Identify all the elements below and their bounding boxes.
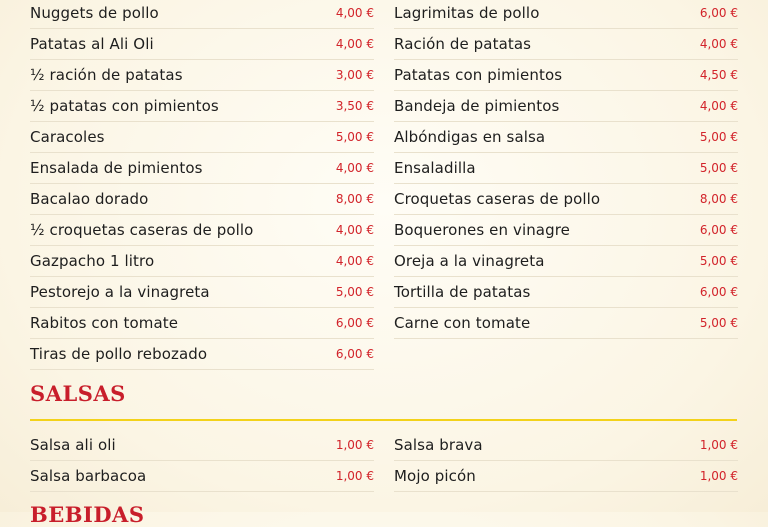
menu-item: Patatas con pimientos 4,50 €	[394, 60, 738, 91]
menu-item-name: Ensaladilla	[394, 159, 476, 177]
menu-item-price: 5,00 €	[699, 316, 738, 330]
menu-item: Mojo picón 1,00 €	[394, 461, 738, 492]
menu-item-price: 3,00 €	[335, 68, 374, 82]
menu-item-price: 4,00 €	[335, 223, 374, 237]
menu-item: Albóndigas en salsa 5,00 €	[394, 122, 738, 153]
menu-item-price: 4,00 €	[699, 99, 738, 113]
menu-item-price: 1,00 €	[699, 438, 738, 452]
menu-item-price: 6,00 €	[699, 285, 738, 299]
menu-item-name: Patatas con pimientos	[394, 66, 563, 84]
salsas-column-right: Salsa brava 1,00 € Mojo picón 1,00 €	[394, 430, 738, 492]
menu-item: Ración de patatas 4,00 €	[394, 29, 738, 60]
menu-item: Salsa ali oli 1,00 €	[30, 430, 374, 461]
menu-item-name: Bacalao dorado	[30, 190, 149, 208]
menu-column-left: Nuggets de pollo 4,00 € Patatas al Ali Oli…	[30, 0, 374, 370]
menu-item: Rabitos con tomate 6,00 €	[30, 308, 374, 339]
menu-item-name: Caracoles	[30, 128, 105, 146]
menu-item: ½ ración de patatas 3,00 €	[30, 60, 374, 91]
menu-item-name: ½ patatas con pimientos	[30, 97, 219, 115]
menu-item: Caracoles 5,00 €	[30, 122, 374, 153]
salsas-column-left: Salsa ali oli 1,00 € Salsa barbacoa 1,00 €	[30, 430, 374, 492]
menu-item-name: ½ croquetas caseras de pollo	[30, 221, 254, 239]
menu-item-name: Salsa brava	[394, 436, 483, 454]
menu-item-price: 1,00 €	[699, 469, 738, 483]
menu-item-name: ½ ración de patatas	[30, 66, 183, 84]
menu-item: Lagrimitas de pollo 6,00 €	[394, 0, 738, 29]
menu-item-name: Boquerones en vinagre	[394, 221, 570, 239]
menu-item-name: Rabitos con tomate	[30, 314, 179, 332]
menu-item-price: 5,00 €	[335, 130, 374, 144]
menu-item: ½ croquetas caseras de pollo 4,00 €	[30, 215, 374, 246]
menu-item-name: Salsa barbacoa	[30, 467, 147, 485]
menu-item: Tiras de pollo rebozado 6,00 €	[30, 339, 374, 370]
menu-item-price: 1,00 €	[335, 438, 374, 452]
section-title-salsas: SALSAS	[30, 381, 126, 406]
menu-item: Nuggets de pollo 4,00 €	[30, 0, 374, 29]
menu-column-right: Lagrimitas de pollo 6,00 € Ración de patat…	[394, 0, 738, 339]
menu-item-name: Tortilla de patatas	[394, 283, 531, 301]
menu-item: ½ patatas con pimientos 3,50 €	[30, 91, 374, 122]
menu-item-name: Pestorejo a la vinagreta	[30, 283, 210, 301]
menu-item-name: Nuggets de pollo	[30, 4, 159, 22]
menu-item-price: 5,00 €	[699, 254, 738, 268]
menu-item-name: Croquetas caseras de pollo	[394, 190, 601, 208]
menu-item-price: 1,00 €	[335, 469, 374, 483]
menu-item: Patatas al Ali Oli 4,00 €	[30, 29, 374, 60]
menu-item-name: Carne con tomate	[394, 314, 531, 332]
menu-item: Salsa barbacoa 1,00 €	[30, 461, 374, 492]
menu-item-name: Oreja a la vinagreta	[394, 252, 545, 270]
menu-item: Ensalada de pimientos 4,00 €	[30, 153, 374, 184]
menu-item-price: 3,50 €	[335, 99, 374, 113]
menu-item: Bandeja de pimientos 4,00 €	[394, 91, 738, 122]
menu-item-name: Bandeja de pimientos	[394, 97, 560, 115]
menu-item-price: 5,00 €	[699, 161, 738, 175]
menu-item: Bacalao dorado 8,00 €	[30, 184, 374, 215]
menu-item-price: 8,00 €	[699, 192, 738, 206]
menu-item-price: 6,00 €	[699, 223, 738, 237]
menu-item-name: Ración de patatas	[394, 35, 532, 53]
menu-item-name: Patatas al Ali Oli	[30, 35, 154, 53]
menu-item-price: 4,50 €	[699, 68, 738, 82]
menu-item-name: Salsa ali oli	[30, 436, 116, 454]
menu-item: Ensaladilla 5,00 €	[394, 153, 738, 184]
menu-item: Tortilla de patatas 6,00 €	[394, 277, 738, 308]
menu-item-price: 6,00 €	[335, 316, 374, 330]
menu-item: Carne con tomate 5,00 €	[394, 308, 738, 339]
section-title-bebidas: BEBIDAS	[30, 502, 145, 527]
menu-item-price: 5,00 €	[335, 285, 374, 299]
menu-item-price: 8,00 €	[335, 192, 374, 206]
menu-item-price: 4,00 €	[699, 37, 738, 51]
menu-item-name: Albóndigas en salsa	[394, 128, 546, 146]
menu-item-price: 4,00 €	[335, 6, 374, 20]
menu-item-name: Tiras de pollo rebozado	[30, 345, 208, 363]
menu-item: Boquerones en vinagre 6,00 €	[394, 215, 738, 246]
menu-item-price: 4,00 €	[335, 37, 374, 51]
menu-item-price: 4,00 €	[335, 254, 374, 268]
menu-item: Oreja a la vinagreta 5,00 €	[394, 246, 738, 277]
menu-item-price: 4,00 €	[335, 161, 374, 175]
section-divider	[30, 419, 737, 421]
menu-item-price: 6,00 €	[699, 6, 738, 20]
menu-item: Croquetas caseras de pollo 8,00 €	[394, 184, 738, 215]
menu-item-name: Gazpacho 1 litro	[30, 252, 155, 270]
menu-item-name: Ensalada de pimientos	[30, 159, 203, 177]
menu-item-price: 5,00 €	[699, 130, 738, 144]
menu-item-name: Mojo picón	[394, 467, 476, 485]
menu-item: Pestorejo a la vinagreta 5,00 €	[30, 277, 374, 308]
menu-item-name: Lagrimitas de pollo	[394, 4, 540, 22]
menu-item: Gazpacho 1 litro 4,00 €	[30, 246, 374, 277]
menu-item: Salsa brava 1,00 €	[394, 430, 738, 461]
menu-item-price: 6,00 €	[335, 347, 374, 361]
